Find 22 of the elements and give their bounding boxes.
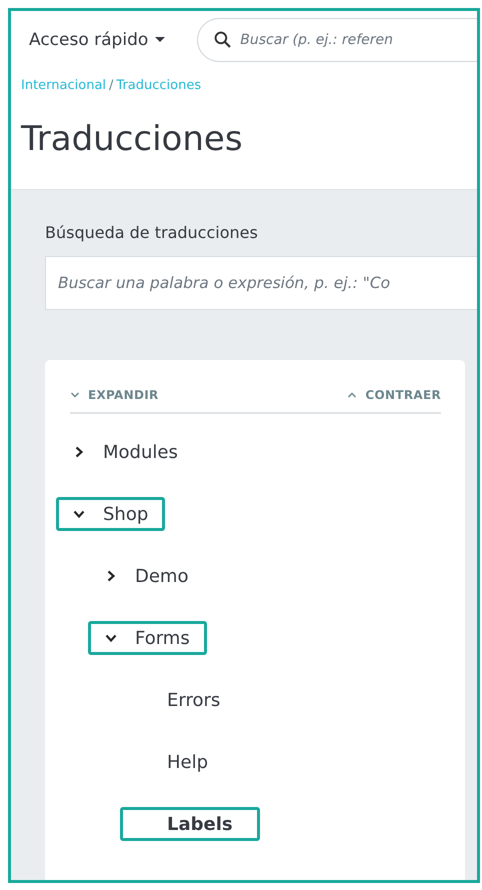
chevron-right-icon	[73, 446, 85, 458]
chevron-down-icon	[73, 508, 85, 520]
chevron-down-icon	[70, 391, 80, 399]
chevron-right-icon	[105, 570, 117, 582]
tree-item[interactable]: Errors	[120, 683, 238, 717]
quick-access-dropdown[interactable]: Acceso rápido	[23, 26, 172, 54]
page-title: Traducciones	[21, 119, 244, 161]
tree-item[interactable]: Labels	[120, 807, 260, 841]
tree-item[interactable]: Help	[120, 745, 226, 779]
breadcrumb-separator: /	[109, 78, 114, 93]
chevron-down-icon	[105, 632, 117, 644]
collapse-all-button[interactable]: CONTRAER	[347, 388, 441, 402]
search-input[interactable]: Buscar una palabra o expresión, p. ej.: "Co	[45, 256, 477, 310]
tree-item[interactable]: Demo	[88, 559, 206, 593]
search-label: Búsqueda de traducciones	[45, 223, 259, 242]
tree-item[interactable]: Shop	[56, 497, 166, 531]
chevron-up-icon	[347, 391, 358, 399]
expand-all-button[interactable]: EXPANDIR	[70, 388, 159, 402]
search-field[interactable]: Buscar (p. ej.: referen	[197, 18, 477, 62]
caret-icon	[155, 37, 166, 43]
tree-item[interactable]: Modules	[56, 435, 195, 469]
tree-item[interactable]: Forms	[88, 621, 207, 655]
